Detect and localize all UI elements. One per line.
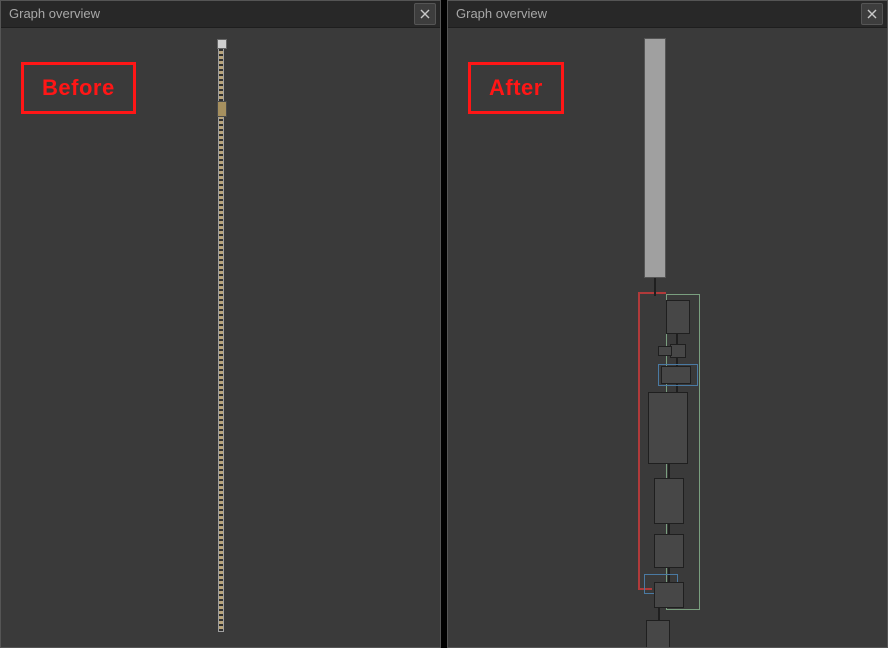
node-6 <box>654 534 684 568</box>
node-3-selection <box>658 364 698 386</box>
node-8 <box>646 620 670 648</box>
graph-top-block <box>644 38 666 278</box>
left-canvas[interactable]: Before <box>1 28 440 647</box>
before-badge: Before <box>21 62 136 114</box>
close-icon <box>420 9 430 19</box>
right-title: Graph overview <box>456 1 861 27</box>
after-graph <box>636 38 721 643</box>
before-graph-strip <box>218 40 224 632</box>
strip-feature-node <box>217 101 227 117</box>
wire-2 <box>676 334 678 344</box>
graph-red-edge <box>638 292 640 590</box>
node-5 <box>654 478 684 524</box>
close-icon <box>867 9 877 19</box>
node-7 <box>654 582 684 608</box>
wire-5 <box>668 464 670 478</box>
node-4 <box>648 392 688 464</box>
strip-top-node <box>217 39 227 49</box>
right-canvas[interactable]: After <box>448 28 887 647</box>
node-1 <box>666 300 690 334</box>
close-button-left[interactable] <box>414 3 436 25</box>
left-titlebar[interactable]: Graph overview <box>1 1 440 28</box>
right-titlebar[interactable]: Graph overview <box>448 1 887 28</box>
comparison-wrapper: Graph overview Before Graph overview <box>0 0 888 648</box>
graph-red-top <box>638 292 666 294</box>
right-pane: Graph overview After <box>447 0 888 648</box>
after-badge: After <box>468 62 564 114</box>
left-pane: Graph overview Before <box>0 0 441 648</box>
left-title: Graph overview <box>9 1 414 27</box>
wire-8 <box>658 608 660 620</box>
close-button-right[interactable] <box>861 3 883 25</box>
node-2b <box>658 346 672 356</box>
node-2a <box>670 344 686 358</box>
wire-6 <box>668 524 670 534</box>
wire-1 <box>654 278 656 296</box>
